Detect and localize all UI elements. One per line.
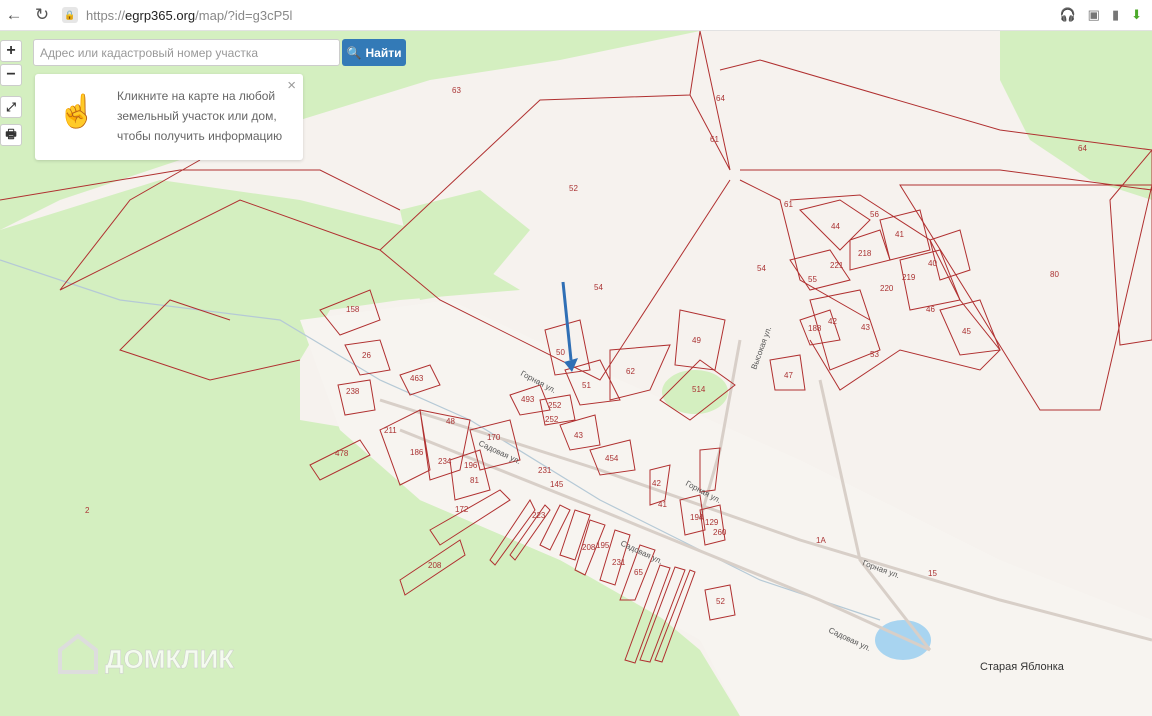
info-line: чтобы получить информацию [117, 129, 283, 143]
parcel-label[interactable]: 44 [831, 222, 840, 231]
parcel-label[interactable]: 49 [692, 336, 701, 345]
parcel-label[interactable]: 260 [713, 528, 727, 537]
parcel-label[interactable]: 26 [362, 351, 371, 360]
parcel-label[interactable]: 62 [626, 367, 635, 376]
info-panel: ☝ Кликните на карте на любой земельный у… [35, 74, 303, 160]
info-line: Кликните на карте на любой [117, 89, 276, 103]
parcel-label[interactable]: 52 [569, 184, 578, 193]
parcel-label[interactable]: 61 [784, 200, 793, 209]
parcel-label[interactable]: 493 [521, 395, 535, 404]
parcel-label[interactable]: 40 [928, 259, 937, 268]
download-arrow-icon[interactable]: ⬇ [1131, 7, 1142, 23]
parcel-label[interactable]: 220 [880, 284, 894, 293]
watermark: ДОМКЛИК [105, 644, 234, 674]
parcel-label[interactable]: 231 [538, 466, 552, 475]
parcel-label[interactable]: 170 [487, 433, 501, 442]
info-line: земельный участок или дом, [117, 109, 277, 123]
close-icon[interactable]: × [287, 77, 296, 94]
parcel-label[interactable]: 231 [612, 558, 626, 567]
address-bar[interactable]: https://egrp365.org/map/?id=g3cP5l [86, 8, 292, 23]
parcel-label[interactable]: 238 [346, 387, 360, 396]
parcel-label[interactable]: 195 [596, 541, 610, 550]
parcel-label[interactable]: 252 [548, 401, 562, 410]
parcel-label[interactable]: 54 [594, 283, 603, 292]
parcel-label[interactable]: 43 [861, 323, 870, 332]
parcel-label[interactable]: 463 [410, 374, 424, 383]
parcel-label[interactable]: 81 [470, 476, 479, 485]
search-button[interactable]: 🔍 Найти [342, 39, 406, 66]
parcel-label[interactable]: 55 [808, 275, 817, 284]
parcel-label[interactable]: 80 [1050, 270, 1059, 279]
parcel-label[interactable]: 186 [410, 448, 424, 457]
parcel-label[interactable]: 64 [1078, 144, 1087, 153]
parcel-label[interactable]: 223 [532, 511, 546, 520]
hand-pointer-icon: ☝ [57, 93, 97, 129]
parcel-label[interactable]: 42 [828, 317, 837, 326]
parcel-label[interactable]: 43 [574, 431, 583, 440]
parcel-label[interactable]: 234 [438, 457, 452, 466]
parcel-label[interactable]: 2 [85, 506, 90, 515]
extension-badge-icon[interactable]: ▣ [1088, 7, 1100, 23]
search-input[interactable] [33, 39, 340, 66]
search-icon: 🔍 [346, 45, 362, 60]
reload-icon[interactable]: ↻ [28, 5, 56, 25]
parcel-label[interactable]: 63 [452, 86, 461, 95]
lock-icon[interactable]: 🔒 [62, 7, 78, 23]
parcel-label[interactable]: 221 [830, 261, 844, 270]
url-path: /map/?id=g3cP5l [195, 7, 293, 23]
parcel-label[interactable]: 56 [870, 210, 879, 219]
parcel-label[interactable]: 50 [556, 348, 565, 357]
expand-icon[interactable]: ⤢ [0, 96, 22, 118]
parcel-label[interactable]: 64 [716, 94, 725, 103]
place-name: Старая Яблонка [980, 661, 1065, 673]
parcel-label[interactable]: 478 [335, 449, 349, 458]
zoom-out-button[interactable]: − [0, 64, 22, 86]
parcel-label[interactable]: 45 [962, 327, 971, 336]
parcel-label[interactable]: 252 [545, 415, 559, 424]
parcel-label[interactable]: 188 [808, 324, 822, 333]
parcel-label[interactable]: 15 [928, 569, 937, 578]
parcel-label[interactable]: 208 [428, 561, 442, 570]
parcel-label[interactable]: 158 [346, 305, 360, 314]
printer-icon[interactable]: 🖶 [0, 124, 22, 146]
parcel-label[interactable]: 61 [710, 135, 719, 144]
url-prefix: https:// [86, 7, 126, 23]
parcel-label[interactable]: 46 [926, 305, 935, 314]
bookmark-icon[interactable]: ▮ [1112, 7, 1119, 23]
parcel-label[interactable]: 172 [455, 505, 469, 514]
url-domain: egrp365.org [125, 7, 196, 23]
parcel-label[interactable]: 52 [716, 597, 725, 606]
back-icon[interactable]: ← [0, 5, 28, 25]
parcel-label[interactable]: 42 [652, 479, 661, 488]
parcel-label[interactable]: 145 [550, 480, 564, 489]
headphones-icon[interactable]: 🎧 [1059, 7, 1075, 23]
parcel-label[interactable]: 208 [582, 543, 596, 552]
parcel-label[interactable]: 219 [902, 273, 916, 282]
parcel-label[interactable]: 41 [658, 500, 667, 509]
parcel-label[interactable]: 65 [634, 568, 643, 577]
parcel-label[interactable]: 48 [446, 417, 455, 426]
zoom-in-button[interactable]: + [0, 40, 22, 62]
parcel-label[interactable]: 41 [895, 230, 904, 239]
browser-toolbar: ← ↻ 🔒 https://egrp365.org/map/?id=g3cP5l… [0, 0, 1152, 31]
search-button-label: Найти [365, 45, 402, 60]
parcel-label[interactable]: 196 [464, 461, 478, 470]
parcel-label[interactable]: 211 [384, 426, 397, 435]
parcel-label[interactable]: 54 [757, 264, 766, 273]
parcel-label[interactable]: 47 [784, 371, 793, 380]
street-label: Высокая ул. [749, 325, 773, 370]
parcel-label[interactable]: 1А [816, 536, 826, 545]
parcel-label[interactable]: 53 [870, 350, 879, 359]
parcel-label[interactable]: 129 [705, 518, 719, 527]
parcel-label[interactable]: 51 [582, 381, 591, 390]
parcel-label[interactable]: 454 [605, 454, 619, 463]
parcel-label[interactable]: 514 [692, 385, 706, 394]
parcel-label[interactable]: 218 [858, 249, 872, 258]
parcel-label[interactable]: 194 [690, 513, 704, 522]
